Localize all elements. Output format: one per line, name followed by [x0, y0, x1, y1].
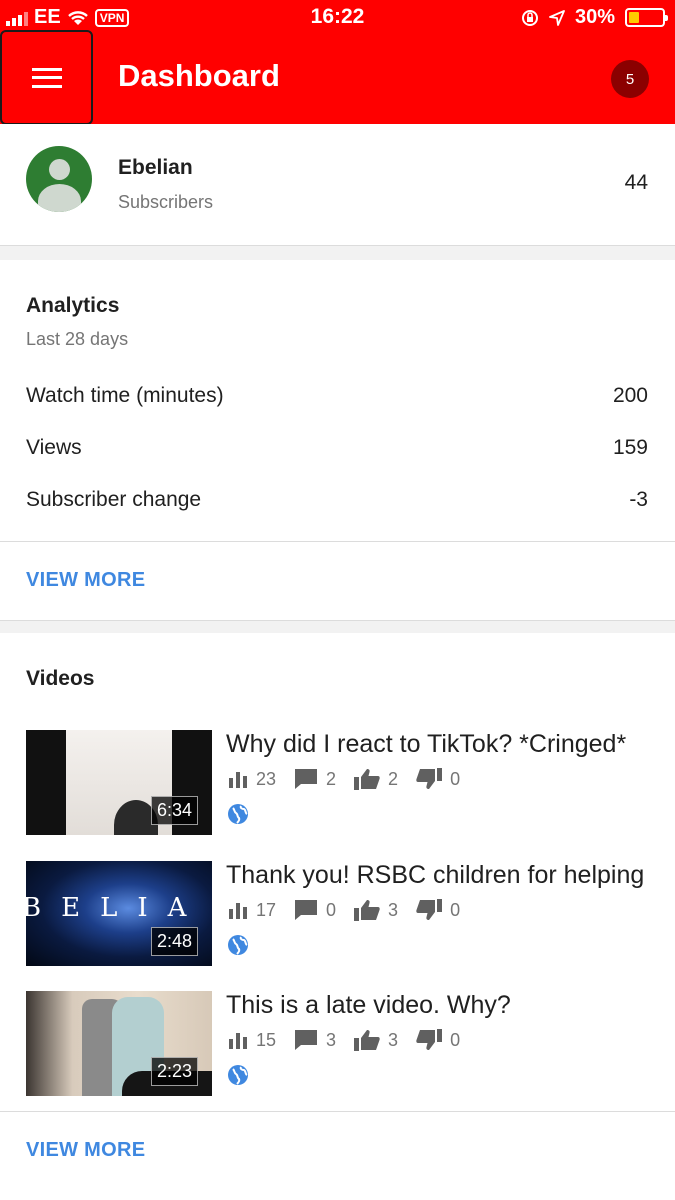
channel-card[interactable]: Ebelian Subscribers 44 — [0, 124, 675, 246]
section-gap — [0, 246, 675, 260]
battery-icon — [625, 8, 668, 27]
view-count: 17 — [256, 899, 277, 920]
metric-value: 200 — [612, 384, 648, 407]
avatar — [26, 146, 92, 212]
analytics-card: Analytics Last 28 days Watch time (minut… — [0, 260, 675, 621]
thumbnail-text: BELIA — [26, 893, 207, 923]
section-gap — [0, 621, 675, 633]
dislike-count: 0 — [450, 899, 461, 920]
analytics-period: Last 28 days — [26, 329, 129, 349]
dislike-count: 0 — [450, 768, 461, 789]
metric-label: Watch time (minutes) — [26, 384, 224, 407]
divider — [0, 541, 675, 542]
subscribers-label: Subscribers — [118, 192, 214, 212]
comment-count: 2 — [326, 768, 337, 789]
location-arrow-icon — [549, 9, 565, 26]
video-title: This is a late video. Why? — [226, 991, 511, 1019]
video-title: Why did I react to TikTok? *Cringed* — [226, 730, 627, 758]
thumbs-up-icon — [354, 769, 380, 790]
video-stats: 17 0 3 0 — [228, 899, 478, 921]
public-globe-icon — [228, 935, 248, 955]
metric-label: Subscriber change — [26, 488, 202, 511]
video-duration: 2:48 — [150, 927, 198, 956]
page-title: Dashboard — [118, 58, 280, 93]
metric-row-subscriber-change: Subscriber change -3 — [26, 488, 648, 512]
comment-icon — [295, 900, 318, 920]
dislike-count: 0 — [450, 1029, 461, 1050]
view-count: 23 — [256, 768, 277, 789]
like-count: 2 — [388, 768, 399, 789]
metric-value: 159 — [612, 436, 648, 459]
header: EE VPN 16:22 30% Dashboard 5 — [0, 0, 675, 125]
metric-value: -3 — [629, 488, 648, 511]
metric-label: Views — [26, 436, 82, 459]
public-globe-icon — [228, 1065, 248, 1085]
bar-chart-icon — [229, 1033, 247, 1049]
video-stats: 15 3 3 0 — [228, 1029, 478, 1051]
video-stats: 23 2 2 0 — [228, 768, 478, 790]
bar-chart-icon — [229, 772, 247, 788]
videos-card: Videos 6:34 Why did I react to TikTok? *… — [0, 633, 675, 1200]
thumbs-down-icon — [416, 1029, 443, 1050]
video-item[interactable]: BELIA 2:48 Thank you! RSBC children for … — [0, 861, 675, 966]
video-thumbnail[interactable]: 2:23 — [26, 991, 212, 1096]
metric-row-views: Views 159 — [26, 436, 648, 460]
like-count: 3 — [388, 1029, 399, 1050]
comment-count: 0 — [326, 899, 337, 920]
status-bar: EE VPN 16:22 30% — [0, 0, 675, 34]
menu-button[interactable] — [0, 30, 93, 125]
subscribers-count: 44 — [624, 171, 648, 194]
comment-count: 3 — [326, 1029, 337, 1050]
video-item[interactable]: 6:34 Why did I react to TikTok? *Cringed… — [0, 730, 675, 835]
comment-icon — [295, 1030, 318, 1050]
thumbs-up-icon — [354, 1030, 380, 1051]
comment-icon — [295, 769, 318, 789]
video-thumbnail[interactable]: BELIA 2:48 — [26, 861, 212, 966]
videos-view-more-button[interactable]: VIEW MORE — [26, 1139, 145, 1162]
app-bar: Dashboard 5 — [0, 30, 675, 125]
rotation-lock-icon — [521, 9, 538, 26]
video-duration: 6:34 — [150, 796, 198, 825]
thumbs-up-icon — [354, 900, 380, 921]
metric-row-watch-time: Watch time (minutes) 200 — [26, 384, 648, 408]
video-thumbnail[interactable]: 6:34 — [26, 730, 212, 835]
divider — [0, 1111, 675, 1112]
like-count: 3 — [388, 899, 399, 920]
videos-title: Videos — [26, 667, 95, 690]
analytics-view-more-button[interactable]: VIEW MORE — [26, 569, 145, 592]
public-globe-icon — [228, 804, 248, 824]
hamburger-icon — [31, 67, 62, 88]
analytics-title: Analytics — [26, 294, 120, 317]
video-item[interactable]: 2:23 This is a late video. Why? 15 3 3 0 — [0, 991, 675, 1096]
notification-badge[interactable]: 5 — [611, 60, 649, 98]
video-title: Thank you! RSBC children for helping — [226, 861, 645, 889]
thumbs-down-icon — [416, 768, 443, 789]
thumbs-down-icon — [416, 899, 443, 920]
channel-name: Ebelian — [118, 156, 193, 179]
battery-percent: 30% — [574, 6, 615, 28]
bar-chart-icon — [229, 903, 247, 919]
video-duration: 2:23 — [150, 1057, 198, 1086]
view-count: 15 — [256, 1029, 277, 1050]
